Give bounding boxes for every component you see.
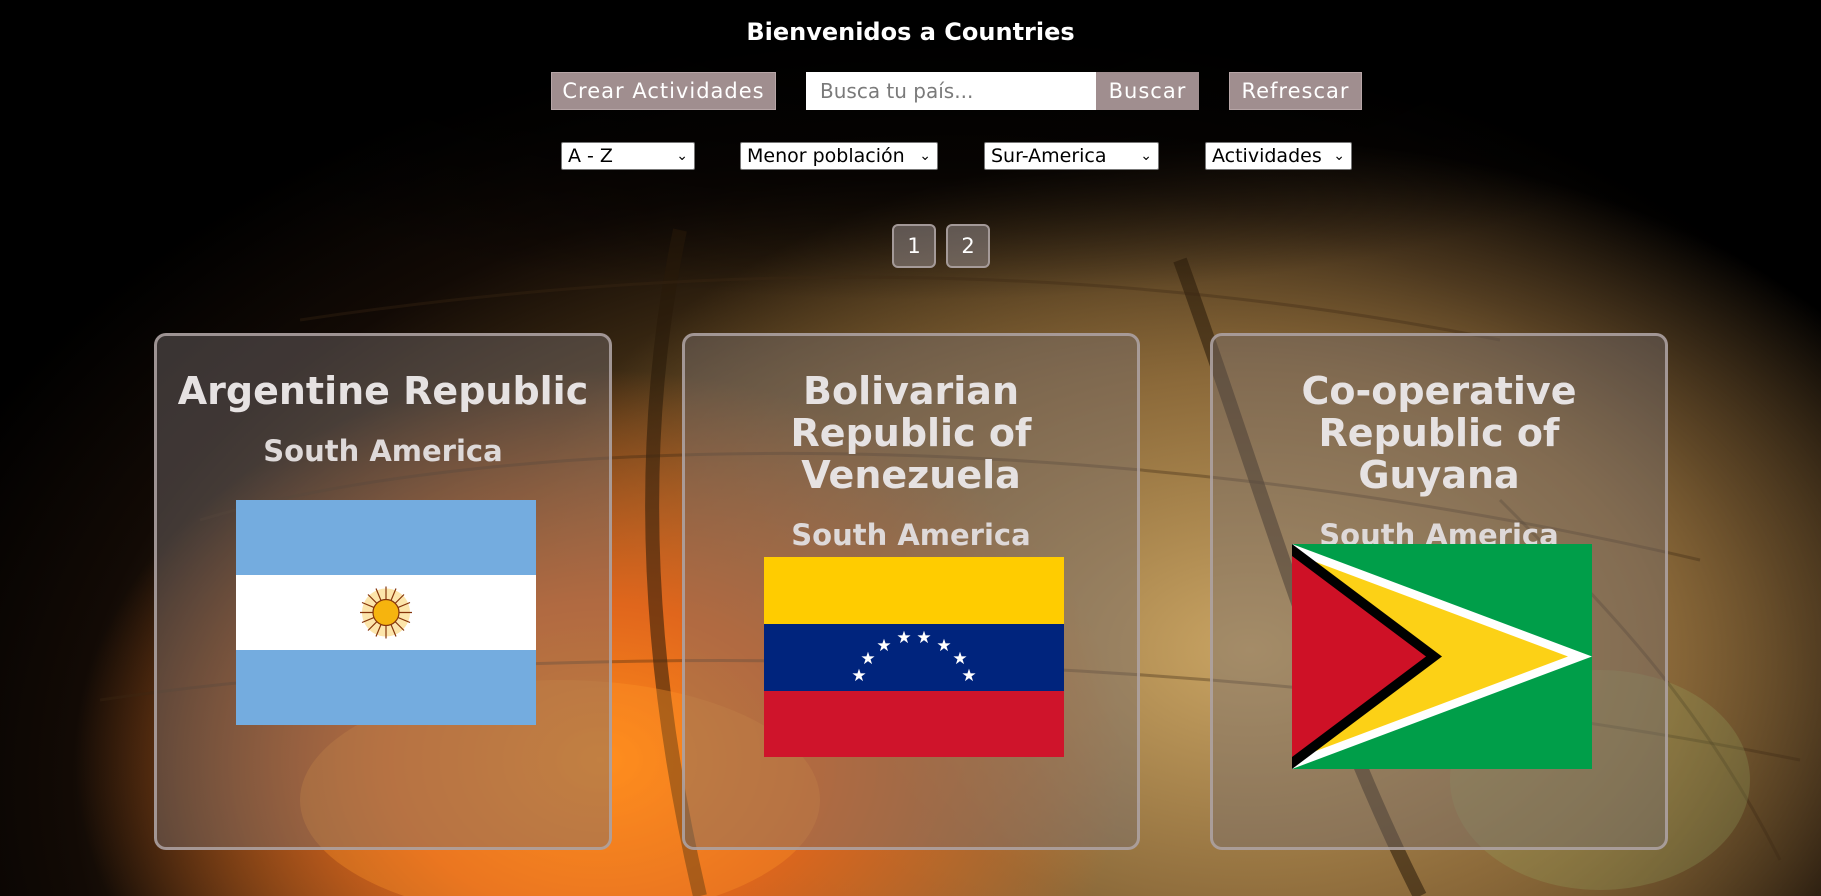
chevron-down-icon: ⌄ — [1333, 148, 1345, 164]
country-continent: South America — [791, 518, 1031, 552]
svg-text:★: ★ — [896, 628, 911, 648]
flag-guyana — [1292, 544, 1592, 769]
country-name: Co-operative Republic of Guyana — [1301, 369, 1577, 497]
population-select[interactable]: Menor población ⌄ — [740, 142, 938, 170]
country-name: Bolivarian Republic of Venezuela — [790, 369, 1032, 497]
activities-select[interactable]: Actividades ⌄ — [1205, 142, 1352, 170]
svg-text:★: ★ — [860, 649, 875, 669]
activities-select-value: Actividades — [1212, 145, 1322, 167]
order-select-value: A - Z — [568, 145, 613, 167]
country-card[interactable]: Co-operative Republic of Guyana South Am… — [1210, 333, 1668, 850]
page-button-2[interactable]: 2 — [946, 224, 990, 268]
svg-text:★: ★ — [936, 636, 951, 656]
population-select-value: Menor población — [747, 145, 905, 167]
svg-text:★: ★ — [851, 666, 866, 686]
country-card[interactable]: Argentine Republic South America — [154, 333, 612, 850]
flag-venezuela: ★ ★ ★ ★ ★ ★ ★ ★ — [764, 557, 1064, 757]
svg-text:★: ★ — [961, 666, 976, 686]
country-card[interactable]: Bolivarian Republic of Venezuela South A… — [682, 333, 1140, 850]
page-title: Bienvenidos a Countries — [746, 18, 1075, 46]
refresh-button[interactable]: Refrescar — [1229, 72, 1362, 110]
svg-text:★: ★ — [876, 636, 891, 656]
chevron-down-icon: ⌄ — [1140, 148, 1152, 164]
order-select[interactable]: A - Z ⌄ — [561, 142, 695, 170]
continent-select[interactable]: Sur-America ⌄ — [984, 142, 1159, 170]
svg-text:★: ★ — [916, 628, 931, 648]
continent-select-value: Sur-America — [991, 145, 1107, 167]
search-input[interactable] — [806, 72, 1096, 110]
search-button[interactable]: Buscar — [1096, 72, 1199, 110]
flag-argentina — [236, 500, 536, 725]
country-continent: South America — [263, 434, 503, 468]
page-button-1[interactable]: 1 — [892, 224, 936, 268]
create-activities-button[interactable]: Crear Actividades — [551, 72, 776, 110]
country-name: Argentine Republic — [177, 369, 589, 413]
chevron-down-icon: ⌄ — [919, 148, 931, 164]
chevron-down-icon: ⌄ — [676, 148, 688, 164]
